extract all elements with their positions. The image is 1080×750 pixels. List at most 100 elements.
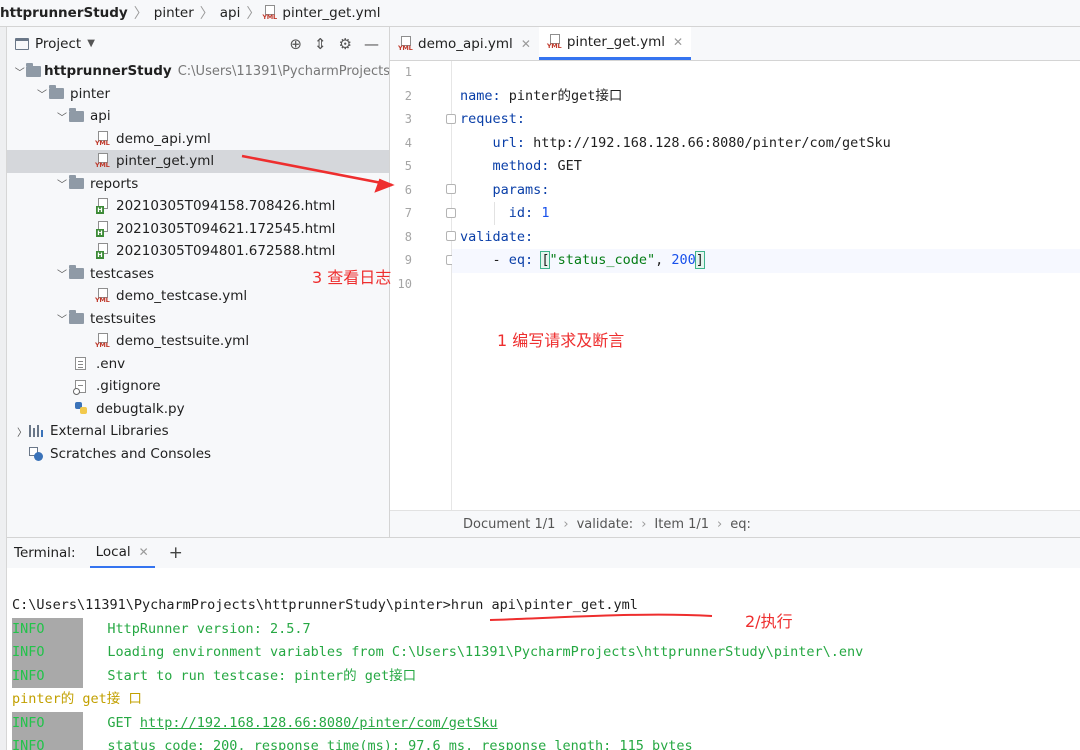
folder-icon <box>69 265 87 280</box>
chevron-down-icon[interactable]: ﹀ <box>55 311 69 326</box>
fold-marker-icon[interactable] <box>446 114 456 124</box>
chevron-right-icon[interactable]: 〉 <box>15 424 29 439</box>
tree-item-label: testcases <box>90 265 154 282</box>
info-badge: INFO <box>12 711 83 735</box>
line-number: 2 <box>404 88 412 103</box>
yaml-key: id: <box>508 205 534 221</box>
settings-gear-icon[interactable]: ⚙ <box>339 35 352 53</box>
fold-marker-icon[interactable] <box>446 184 456 194</box>
yaml-number: 200 <box>671 252 696 268</box>
code-editor[interactable]: 1 2 3 4 5 6 7 8 9 10 name: pinter的get接口 … <box>390 61 1080 510</box>
yaml-key: method: <box>492 158 550 174</box>
yml-file-icon: YML <box>262 5 278 21</box>
code-line-6: params: <box>460 179 550 203</box>
editor-gutter: 1 2 3 4 5 6 7 8 9 10 <box>390 61 456 510</box>
tree-item-report[interactable]: H 20210305T094158.708426.html <box>7 195 389 218</box>
tree-item-pinter-get[interactable]: YML pinter_get.yml <box>7 150 389 173</box>
breadcrumb-pinter[interactable]: pinter <box>150 5 198 21</box>
structure-crumb[interactable]: validate: <box>577 517 634 532</box>
yml-file-icon: YML <box>95 288 113 304</box>
chevron-down-icon[interactable]: ﹀ <box>55 266 69 281</box>
tab-pinter-get[interactable]: YML pinter_get.yml ✕ <box>538 27 692 60</box>
tree-item-gitignore[interactable]: .gitignore <box>7 375 389 398</box>
yaml-value: http://192.168.128.66:8080/pinter/com/ge… <box>525 134 891 151</box>
fold-marker-icon[interactable] <box>446 231 456 241</box>
terminal-output[interactable]: C:\Users\11391\PycharmProjects\httprunne… <box>7 568 1080 750</box>
line-number: 3 <box>404 112 412 126</box>
tree-item-label: reports <box>90 175 139 192</box>
tree-item-testsuites[interactable]: ﹀ testsuites <box>7 308 389 331</box>
folder-icon <box>69 310 87 325</box>
line-number: 5 <box>404 159 412 173</box>
yaml-comma: , <box>655 252 672 268</box>
project-panel-header: Project ▼ ⊕ ⇕ ⚙ — <box>7 27 389 60</box>
folder-icon <box>25 62 41 77</box>
structure-crumb[interactable]: Document 1/1 <box>463 517 555 532</box>
tree-item-label: 20210305T094801.672588.html <box>116 243 336 260</box>
tree-item-demo-testcase[interactable]: YML demo_testcase.yml <box>7 285 389 308</box>
tree-item-label: demo_api.yml <box>116 130 211 147</box>
line-number: 6 <box>404 182 412 197</box>
tree-item-scratches[interactable]: Scratches and Consoles <box>7 443 389 466</box>
testcase-name: pinter的 get接 口 <box>12 691 142 707</box>
yaml-key: request: <box>460 111 526 127</box>
request-url-link[interactable]: http://192.168.128.66:8080/pinter/com/ge… <box>140 715 498 731</box>
chevron-down-icon[interactable]: ﹀ <box>55 109 69 124</box>
yml-file-icon: YML <box>95 130 113 147</box>
breadcrumb-separator: 〉 <box>133 6 148 22</box>
fold-marker-icon[interactable] <box>446 208 456 218</box>
tree-item-report[interactable]: H 20210305T094621.172545.html <box>7 218 389 241</box>
code-line-8: validate: <box>460 226 533 250</box>
tree-item-label: debugtalk.py <box>96 400 185 417</box>
tree-item-demo-testsuite[interactable]: YML demo_testsuite.yml <box>7 330 389 353</box>
tree-item-env[interactable]: .env <box>7 353 389 376</box>
tree-item-external-libraries[interactable]: 〉 External Libraries <box>7 420 389 443</box>
tree-item-demo-api[interactable]: YML demo_api.yml <box>7 128 389 151</box>
plus-icon[interactable]: + <box>169 543 183 563</box>
html-file-icon: H <box>95 198 113 215</box>
collapse-all-icon[interactable]: ⇕ <box>314 35 327 53</box>
chevron-down-icon[interactable]: ﹀ <box>35 86 49 101</box>
tree-item-label: 20210305T094158.708426.html <box>116 198 336 215</box>
yaml-key: url: <box>492 134 526 151</box>
project-panel-title[interactable]: Project <box>35 36 81 52</box>
close-icon[interactable]: ✕ <box>139 545 149 559</box>
tree-item-label: demo_testcase.yml <box>116 288 248 305</box>
breadcrumb-file[interactable]: pinter_get.yml <box>278 5 384 21</box>
structure-crumb[interactable]: eq: <box>730 517 751 532</box>
breadcrumb-project[interactable]: httprunnerStudy <box>0 5 132 21</box>
line-number: 8 <box>404 229 412 244</box>
tree-item-api[interactable]: ﹀ api <box>7 105 389 128</box>
tab-terminal-local[interactable]: Local ✕ <box>89 538 155 569</box>
tree-item-label: demo_testsuite.yml <box>116 333 250 350</box>
chevron-down-icon[interactable]: ﹀ <box>55 176 69 191</box>
line-number: 7 <box>404 206 412 220</box>
tree-item-pinter[interactable]: ﹀ pinter <box>7 83 389 106</box>
tree-item-root[interactable]: ﹀ httprunnerStudy C:\Users\11391\Pycharm… <box>7 60 389 83</box>
breadcrumb-api[interactable]: api <box>216 5 245 21</box>
annotation-view-log: 3 查看日志 <box>312 268 392 287</box>
chevron-down-icon[interactable]: ▼ <box>87 38 95 49</box>
tree-item-debugtalk[interactable]: debugtalk.py <box>7 398 389 421</box>
code-line-9: - eq: ["status_code", 200] <box>452 249 1080 273</box>
tab-demo-api[interactable]: YML demo_api.yml ✕ <box>390 27 539 60</box>
close-icon[interactable]: ✕ <box>673 35 683 49</box>
yml-file-icon: YML <box>95 333 113 349</box>
tree-item-label: 20210305T094621.172545.html <box>116 220 336 237</box>
info-badge: INFO <box>12 735 83 750</box>
close-icon[interactable]: ✕ <box>521 37 531 51</box>
project-view-icon <box>15 37 29 50</box>
yaml-key: params: <box>492 181 550 198</box>
structure-crumb[interactable]: Item 1/1 <box>654 517 709 532</box>
chevron-down-icon[interactable]: ﹀ <box>14 64 26 79</box>
yaml-key: name: <box>460 87 501 104</box>
libraries-icon <box>29 425 47 438</box>
tab-label: demo_api.yml <box>418 35 513 52</box>
tree-item-report[interactable]: H 20210305T094801.672588.html <box>7 240 389 263</box>
info-badge: INFO <box>12 641 83 665</box>
tree-item-reports[interactable]: ﹀ reports <box>7 173 389 196</box>
hide-panel-icon[interactable]: — <box>364 35 379 53</box>
code-line-7: id: 1 <box>460 202 550 226</box>
locate-file-icon[interactable]: ⊕ <box>289 35 302 53</box>
code-line-2: name: pinter的get接口 <box>460 85 622 109</box>
